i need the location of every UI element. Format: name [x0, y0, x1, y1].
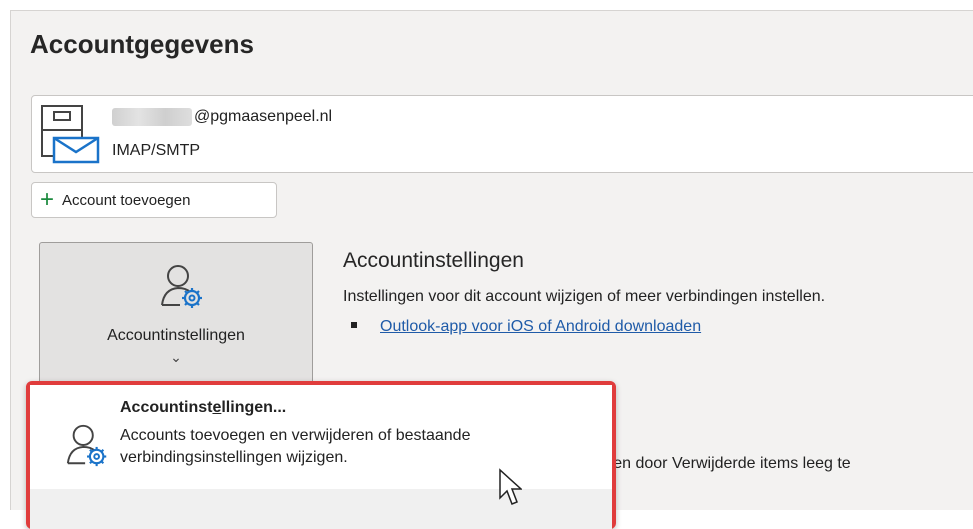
menu-item-title-part: Accountinst: [120, 399, 213, 416]
account-email: @pgmaasenpeel.nl: [112, 106, 332, 128]
email-domain: @pgmaasenpeel.nl: [194, 108, 333, 125]
account-type: IMAP/SMTP: [112, 142, 201, 159]
section-description: Instellingen voor dit account wijzigen o…: [343, 288, 826, 305]
account-selector[interactable]: @pgmaasenpeel.nl IMAP/SMTP ▾: [31, 95, 973, 173]
chevron-down-icon: ⌄: [170, 349, 182, 365]
menu-item-description: Accounts toevoegen en verwijderen of bes…: [120, 427, 471, 466]
background-section-text: eren door Verwijderde items leeg te: [599, 455, 851, 472]
add-account-label: Account toevoegen: [62, 191, 191, 209]
section-link-item: Outlook-app voor iOS of Android download…: [343, 318, 701, 336]
menu-next-item[interactable]: [30, 489, 612, 529]
account-settings-dropdown: Accountinstellingen... Accounts toevoege…: [26, 381, 616, 529]
add-account-button[interactable]: + Account toevoegen: [31, 182, 277, 218]
outlook-app-download-link[interactable]: Outlook-app voor iOS of Android download…: [380, 318, 701, 335]
menu-item-title: Accountinstellingen...: [120, 399, 286, 417]
page-title: Accountgegevens: [30, 29, 254, 59]
bullet-icon: [351, 322, 357, 329]
account-settings-icon: [66, 424, 107, 467]
plus-icon: +: [40, 186, 55, 213]
redacted-email-name: [112, 108, 192, 126]
mouse-cursor-icon: [499, 468, 522, 505]
menu-item-title-part: llingen...: [221, 399, 287, 416]
mailbox-icon: [41, 105, 100, 164]
account-settings-button-label: Accountinstellingen: [107, 327, 245, 344]
account-settings-icon: [161, 265, 202, 308]
section-heading: Accountinstellingen: [343, 249, 524, 272]
account-settings-button[interactable]: Accountinstellingen ⌄: [39, 242, 313, 390]
account-settings-menu-item[interactable]: Accountinstellingen... Accounts toevoege…: [30, 385, 612, 489]
